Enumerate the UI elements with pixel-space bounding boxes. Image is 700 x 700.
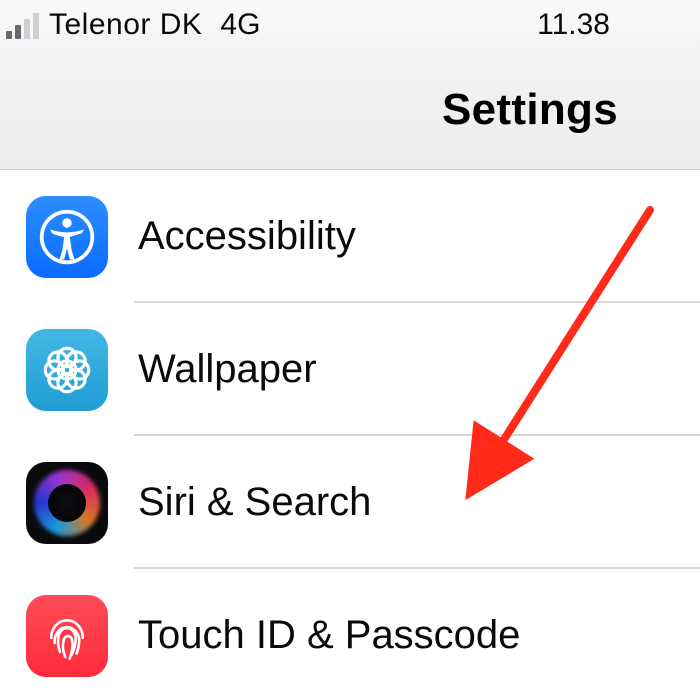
page-title: Settings xyxy=(442,85,618,135)
settings-row-touchid-passcode[interactable]: Touch ID & Passcode xyxy=(0,569,700,700)
siri-icon xyxy=(26,462,108,544)
clock: 11.38 xyxy=(537,8,610,42)
network-type: 4G xyxy=(220,8,260,42)
settings-row-label: Wallpaper xyxy=(138,347,317,392)
settings-list: Accessibility Wallpaper xyxy=(0,170,700,700)
fingerprint-icon xyxy=(26,595,108,677)
settings-row-label: Siri & Search xyxy=(138,480,371,525)
carrier-label: Telenor DK xyxy=(49,8,202,42)
settings-row-siri-search[interactable]: Siri & Search xyxy=(0,436,700,569)
signal-strength-icon xyxy=(6,11,39,39)
settings-row-wallpaper[interactable]: Wallpaper xyxy=(0,303,700,436)
navigation-header: Settings xyxy=(0,50,700,170)
settings-row-label: Touch ID & Passcode xyxy=(138,613,520,658)
accessibility-icon xyxy=(26,196,108,278)
settings-row-label: Accessibility xyxy=(138,214,356,259)
wallpaper-icon xyxy=(26,329,108,411)
status-bar: Telenor DK 4G 11.38 xyxy=(0,0,700,50)
settings-row-accessibility[interactable]: Accessibility xyxy=(0,170,700,303)
